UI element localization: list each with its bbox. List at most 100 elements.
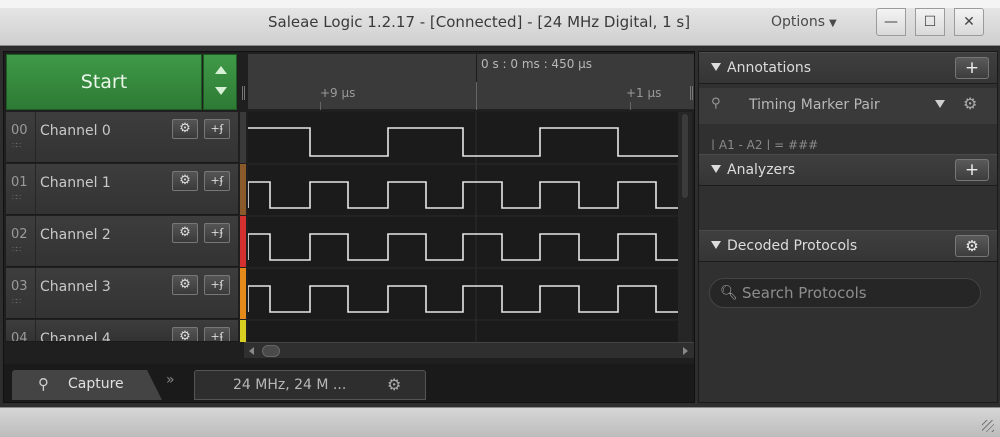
window-title: Saleae Logic 1.2.17 - [Connected] - [24 … bbox=[268, 13, 691, 31]
options-menu[interactable]: Options ▼ bbox=[771, 14, 837, 30]
tab-capture[interactable]: ⚲ Capture bbox=[12, 370, 162, 400]
vertical-scrollbar[interactable] bbox=[678, 112, 692, 342]
drag-handle-icon[interactable]: ∷∷ bbox=[12, 141, 21, 150]
waveform-svg bbox=[248, 112, 678, 342]
tab-session-label: 24 MHz, 24 M ... bbox=[233, 377, 347, 393]
divider bbox=[35, 216, 36, 266]
channel-settings-button[interactable]: ⚙ bbox=[172, 275, 198, 295]
time-ruler[interactable]: 0 s : 0 ms : 450 μs +9 μs +1 μs bbox=[248, 54, 694, 110]
start-button[interactable]: Start bbox=[6, 54, 202, 110]
waveform-channel-0 bbox=[248, 127, 678, 157]
arrow-down-icon bbox=[215, 87, 227, 95]
annotation-item[interactable]: ⚲ Timing Marker Pair ⚙ bbox=[699, 88, 997, 124]
gear-icon[interactable]: ⚙ bbox=[963, 94, 977, 113]
search-icon: ⚲ bbox=[38, 375, 49, 393]
search-placeholder: Search Protocols bbox=[742, 284, 867, 302]
channel-row-1[interactable]: 01 ∷∷ Channel 1 ⚙ +ʄ bbox=[6, 164, 238, 215]
search-protocols-input[interactable]: 🔍︎ Search Protocols bbox=[709, 278, 981, 308]
collapse-icon[interactable] bbox=[711, 241, 721, 249]
horizontal-scrollbar[interactable] bbox=[244, 342, 694, 358]
waveform-view[interactable] bbox=[248, 112, 678, 342]
search-icon: 🔍︎ bbox=[720, 285, 738, 301]
arrow-up-icon bbox=[215, 66, 227, 74]
channel-number: 04 bbox=[11, 331, 28, 342]
add-analyzer-button[interactable]: + bbox=[955, 159, 989, 181]
channel-trigger-button[interactable]: +ʄ bbox=[204, 119, 230, 139]
decoded-settings-button[interactable]: ⚙ bbox=[955, 235, 989, 257]
scrollbar-thumb[interactable] bbox=[262, 345, 280, 357]
gear-icon[interactable]: ⚙ bbox=[387, 371, 401, 399]
annotations-header[interactable]: Annotations + bbox=[699, 52, 997, 84]
channel-color-strip bbox=[240, 216, 246, 267]
waveform-channel-2 bbox=[248, 233, 678, 261]
channel-number: 03 bbox=[11, 279, 28, 294]
channel-row-4[interactable]: 04 Channel 4 ⚙ +ʄ bbox=[6, 320, 238, 342]
ruler-tick-label: +1 μs bbox=[626, 86, 662, 100]
start-options-button[interactable] bbox=[203, 54, 237, 110]
analyzers-title: Analyzers bbox=[727, 162, 796, 178]
decoded-protocols-title: Decoded Protocols bbox=[727, 238, 858, 254]
channel-settings-button[interactable]: ⚙ bbox=[172, 171, 198, 191]
annotations-title: Annotations bbox=[727, 60, 812, 76]
ruler-tick bbox=[476, 82, 477, 110]
splitter-handle[interactable] bbox=[690, 86, 693, 100]
collapse-icon[interactable] bbox=[711, 63, 721, 71]
annotation-name: Timing Marker Pair bbox=[749, 97, 880, 113]
decoded-protocols-header[interactable]: Decoded Protocols ⚙ bbox=[699, 230, 997, 262]
divider bbox=[35, 164, 36, 214]
status-bar bbox=[0, 407, 1000, 437]
channel-number: 00 bbox=[11, 123, 28, 138]
channel-row-0[interactable]: 00 ∷∷ Channel 0 ⚙ +ʄ bbox=[6, 112, 238, 163]
channel-trigger-button[interactable]: +ʄ bbox=[204, 327, 230, 341]
analyzers-header[interactable]: Analyzers + bbox=[699, 154, 997, 186]
splitter-handle[interactable] bbox=[242, 86, 245, 100]
scroll-right-icon[interactable] bbox=[683, 347, 688, 355]
maximize-button[interactable]: ☐ bbox=[915, 8, 945, 36]
channel-number: 01 bbox=[11, 175, 28, 190]
close-button[interactable]: ✕ bbox=[954, 8, 984, 36]
dropdown-icon[interactable] bbox=[935, 100, 945, 108]
expand-tabs-icon[interactable]: » bbox=[166, 372, 175, 388]
channel-settings-button[interactable]: ⚙ bbox=[172, 223, 198, 243]
drag-handle-icon[interactable]: ∷∷ bbox=[12, 297, 21, 306]
divider bbox=[35, 320, 36, 341]
scroll-left-icon[interactable] bbox=[249, 347, 254, 355]
channel-color-strip bbox=[240, 320, 246, 342]
annotation-formula: | A1 - A2 | = ### bbox=[711, 138, 819, 150]
channel-name[interactable]: Channel 2 bbox=[40, 227, 111, 243]
waveform-channel-1 bbox=[248, 181, 678, 209]
drag-handle-icon[interactable]: ∷∷ bbox=[12, 245, 21, 254]
channel-trigger-button[interactable]: +ʄ bbox=[204, 171, 230, 191]
drag-handle-icon[interactable]: ∷∷ bbox=[12, 193, 21, 202]
channel-name[interactable]: Channel 3 bbox=[40, 279, 111, 295]
channel-name[interactable]: Channel 1 bbox=[40, 175, 111, 191]
divider bbox=[35, 112, 36, 162]
ruler-tick bbox=[630, 102, 631, 110]
channel-row-2[interactable]: 02 ∷∷ Channel 2 ⚙ +ʄ bbox=[6, 216, 238, 267]
channel-trigger-button[interactable]: +ʄ bbox=[204, 223, 230, 243]
channel-name[interactable]: Channel 0 bbox=[40, 123, 111, 139]
channel-color-strip bbox=[240, 112, 246, 163]
channel-settings-button[interactable]: ⚙ bbox=[172, 119, 198, 139]
divider bbox=[35, 268, 36, 318]
channel-settings-button[interactable]: ⚙ bbox=[172, 327, 198, 341]
minimize-button[interactable]: — bbox=[876, 8, 906, 36]
tab-bar: ⚲ Capture » 24 MHz, 24 M ... ⚙ bbox=[4, 364, 694, 402]
channel-name[interactable]: Channel 4 bbox=[40, 331, 111, 341]
marker-pin-icon: ⚲ bbox=[711, 96, 721, 111]
channel-number: 02 bbox=[11, 227, 28, 242]
resize-grip-icon[interactable] bbox=[982, 420, 994, 432]
side-panel: Annotations + ⚲ Timing Marker Pair ⚙ | A… bbox=[698, 51, 998, 403]
title-bar: Saleae Logic 1.2.17 - [Connected] - [24 … bbox=[0, 0, 1000, 46]
capture-panel: Start 0 s : 0 ms : 450 μs +9 μs +1 μs 00… bbox=[3, 51, 695, 403]
scrollbar-thumb[interactable] bbox=[682, 114, 688, 198]
waveforms bbox=[248, 127, 678, 313]
channel-row-3[interactable]: 03 ∷∷ Channel 3 ⚙ +ʄ bbox=[6, 268, 238, 319]
tab-session[interactable]: 24 MHz, 24 M ... ⚙ bbox=[194, 370, 426, 400]
collapse-icon[interactable] bbox=[711, 165, 721, 173]
channel-trigger-button[interactable]: +ʄ bbox=[204, 275, 230, 295]
title-bar-top-strip bbox=[0, 0, 1000, 8]
channel-color-strip bbox=[240, 268, 246, 319]
add-annotation-button[interactable]: + bbox=[955, 57, 989, 79]
options-label: Options bbox=[771, 14, 826, 30]
